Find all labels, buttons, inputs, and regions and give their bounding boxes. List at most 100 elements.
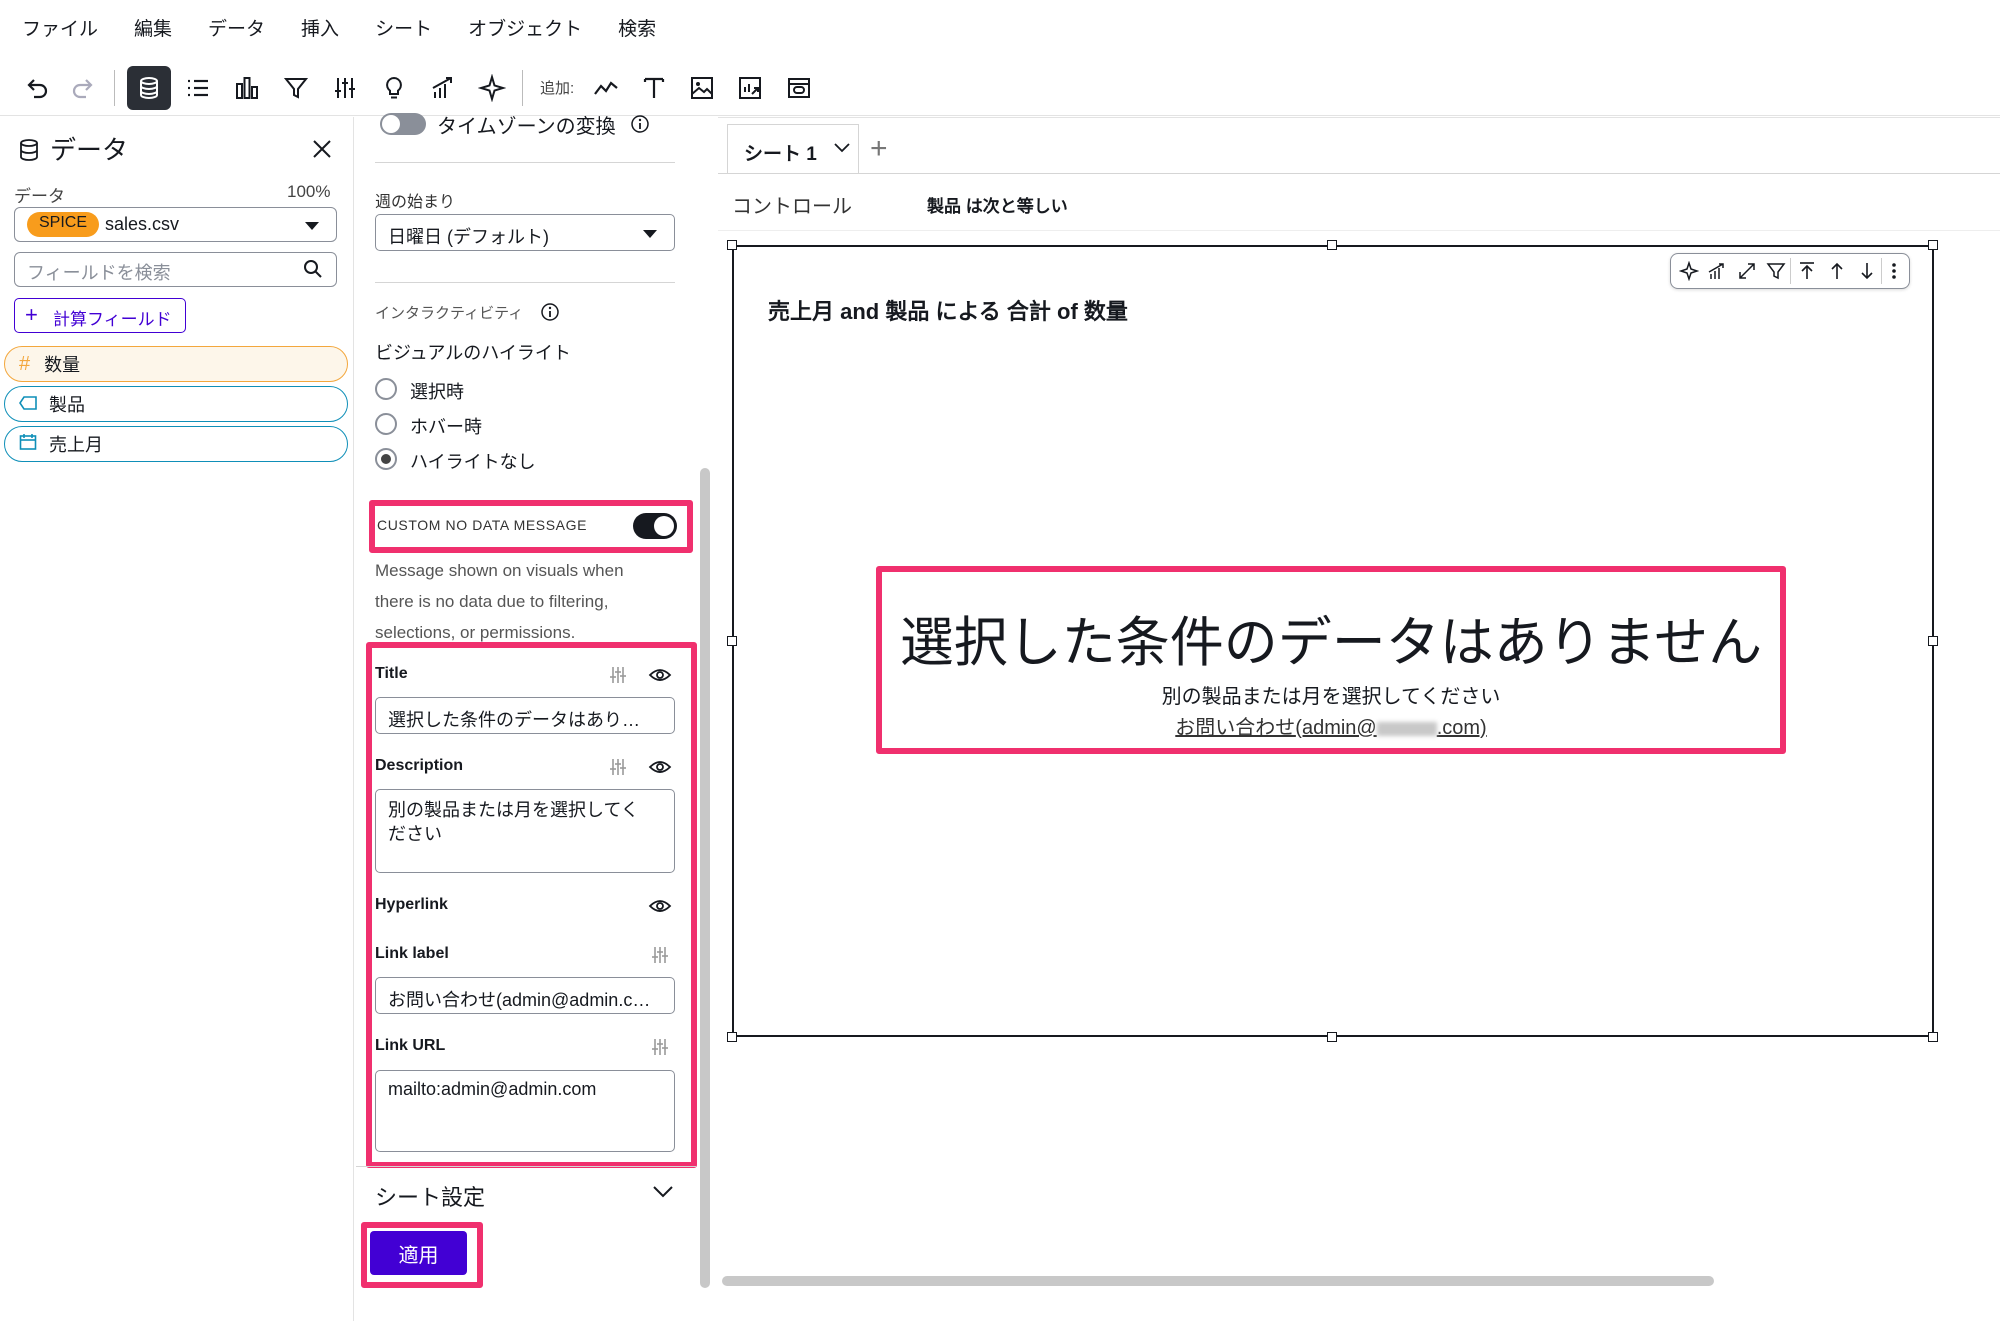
sheet-settings-header[interactable]: シート設定 — [375, 1180, 485, 1212]
forecast-icon[interactable] — [425, 70, 461, 106]
divider — [718, 230, 2000, 231]
parameters-icon[interactable] — [650, 945, 670, 970]
add-calculated-field-button[interactable]: + 計算フィールド — [14, 298, 186, 333]
field-item-quantity[interactable]: # 数量 — [4, 346, 348, 382]
menu-data[interactable]: データ — [208, 14, 265, 41]
arrow-down-icon[interactable] — [1857, 261, 1877, 286]
parameters-icon[interactable] — [608, 665, 628, 690]
link-label-value: お問い合わせ(admin@admin.c… — [388, 990, 651, 1010]
line-chart-icon[interactable] — [588, 70, 624, 106]
week-start-select[interactable]: 日曜日 (デフォルト) — [375, 214, 675, 251]
resize-handle[interactable] — [727, 240, 737, 250]
dataset-select[interactable]: SPICE sales.csv — [14, 207, 337, 242]
week-start-label: 週の始まり — [375, 194, 456, 211]
embed-icon[interactable] — [781, 70, 817, 106]
chevron-down-icon — [305, 222, 319, 230]
no-data-title: 選択した条件のデータはありません — [899, 613, 1763, 673]
title-input[interactable]: 選択した条件のデータはあり… — [375, 697, 675, 734]
radio-label: 選択時 — [410, 382, 464, 402]
arrow-up-icon[interactable] — [1827, 261, 1847, 286]
parameters-icon[interactable] — [608, 757, 628, 782]
text-icon[interactable] — [636, 70, 672, 106]
calc-button-label: 計算フィールド — [53, 310, 172, 329]
week-start-value: 日曜日 (デフォルト) — [388, 227, 549, 247]
radio-no-highlight[interactable] — [375, 448, 397, 470]
link-text: お問い合わせ — [1175, 717, 1296, 739]
parameters-icon[interactable] — [650, 1037, 670, 1062]
link-label-input[interactable]: お問い合わせ(admin@admin.c… — [375, 977, 675, 1014]
menu-sheet[interactable]: シート — [375, 14, 432, 41]
menu-file[interactable]: ファイル — [22, 14, 98, 41]
resize-handle[interactable] — [727, 1032, 737, 1042]
resize-handle[interactable] — [1928, 240, 1938, 250]
menu-edit[interactable]: 編集 — [134, 14, 172, 41]
plus-icon: + — [25, 302, 38, 327]
custom-visual-icon[interactable] — [732, 70, 768, 106]
panel-title: データ — [50, 135, 129, 165]
custom-no-data-toggle[interactable] — [633, 513, 677, 539]
info-icon[interactable] — [540, 302, 560, 327]
field-item-product[interactable]: 製品 — [4, 386, 348, 422]
menu-object[interactable]: オブジェクト — [468, 14, 582, 41]
menu-search[interactable]: 検索 — [618, 14, 656, 41]
timezone-toggle[interactable] — [380, 113, 426, 135]
chevron-down-icon[interactable] — [833, 141, 851, 160]
visualize-icon[interactable] — [229, 70, 265, 106]
radio-on-select[interactable] — [375, 378, 397, 400]
move-top-icon[interactable] — [1797, 261, 1817, 286]
resize-handle[interactable] — [1928, 1032, 1938, 1042]
filter-control[interactable]: 製品 は次と等しい — [927, 192, 1068, 217]
sparkle-icon[interactable] — [1678, 260, 1700, 286]
link-text: (admin@ — [1295, 717, 1377, 739]
radio-label: ホバー時 — [410, 417, 482, 437]
insights-icon[interactable] — [376, 70, 412, 106]
database-icon — [18, 138, 40, 167]
resize-handle[interactable] — [1327, 240, 1337, 250]
eye-icon[interactable] — [648, 665, 672, 690]
description-line: there is no data due to filtering, — [375, 592, 609, 611]
image-icon[interactable] — [684, 70, 720, 106]
resize-handle[interactable] — [1928, 636, 1938, 646]
scrollbar[interactable] — [700, 468, 710, 1288]
eye-icon[interactable] — [648, 757, 672, 782]
link-url-textarea[interactable]: mailto:admin@admin.com — [375, 1070, 675, 1152]
redo-icon[interactable] — [66, 70, 102, 106]
field-search-input[interactable]: フィールドを検索 — [14, 252, 337, 287]
chevron-down-icon[interactable] — [652, 1184, 674, 1205]
visual-highlight-label: ビジュアルのハイライト — [375, 343, 571, 363]
forecast-icon[interactable] — [1707, 261, 1727, 286]
description-value: ださい — [388, 824, 442, 844]
link-url-value: mailto:admin@admin.com — [388, 1079, 597, 1099]
menu-insert[interactable]: 挿入 — [301, 14, 339, 41]
dataset-icon[interactable] — [127, 66, 171, 110]
sparkle-icon[interactable] — [474, 70, 510, 106]
radio-on-hover[interactable] — [375, 413, 397, 435]
more-options-icon[interactable] — [1887, 261, 1901, 286]
resize-handle[interactable] — [1327, 1032, 1337, 1042]
close-icon[interactable] — [309, 136, 335, 167]
divider — [375, 162, 675, 163]
filter-icon[interactable] — [278, 70, 314, 106]
resize-handle[interactable] — [727, 636, 737, 646]
link-label-label: Link label — [375, 945, 449, 962]
field-item-sales-month[interactable]: 売上月 — [4, 426, 348, 462]
search-icon — [302, 258, 324, 285]
search-placeholder: フィールドを検索 — [27, 263, 171, 283]
tab-sheet-1[interactable]: シート 1 — [727, 124, 859, 174]
parameters-icon[interactable] — [327, 70, 363, 106]
field-label: 製品 — [49, 395, 85, 415]
apply-button[interactable]: 適用 — [370, 1231, 467, 1275]
no-data-description: 別の製品または月を選択してください — [1161, 686, 1501, 708]
filter-icon[interactable] — [1766, 261, 1786, 286]
expand-icon[interactable] — [1737, 261, 1757, 286]
undo-icon[interactable] — [18, 70, 54, 106]
info-icon[interactable] — [630, 114, 650, 139]
description-value: 別の製品または月を選択してく — [388, 800, 639, 820]
description-textarea[interactable]: 別の製品または月を選択してく ださい — [375, 789, 675, 873]
interactivity-label: インタラクティビティ — [375, 305, 524, 322]
list-icon[interactable] — [180, 70, 216, 106]
no-data-link[interactable]: お問い合わせ(admin@ .com) — [882, 711, 1780, 740]
horizontal-scrollbar[interactable] — [722, 1276, 1714, 1286]
eye-icon[interactable] — [648, 896, 672, 921]
add-sheet-button[interactable]: + — [870, 132, 888, 166]
